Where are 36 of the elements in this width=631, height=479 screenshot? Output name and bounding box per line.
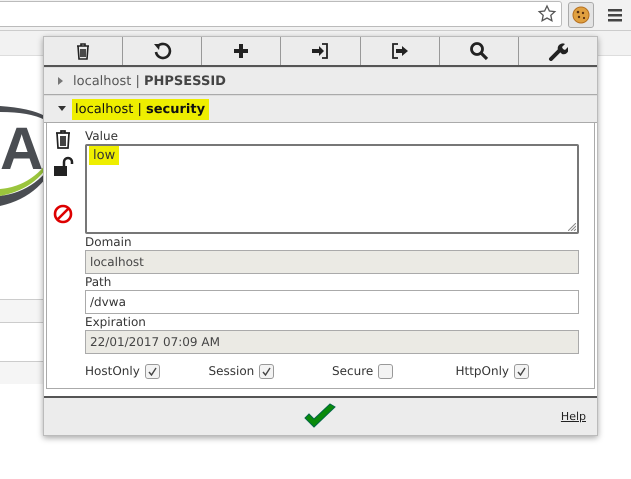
checkbox[interactable] [144, 364, 160, 378]
export-icon [390, 41, 410, 61]
refresh-icon [152, 41, 172, 61]
field-label: Domain [85, 234, 133, 250]
checkbox[interactable] [259, 364, 274, 378]
prohibited-icon [53, 204, 73, 224]
check-icon [262, 366, 272, 376]
menu-icon [608, 8, 622, 22]
delete-icon [53, 128, 73, 150]
text-field[interactable]: /dvwa [85, 290, 579, 314]
cookie-row[interactable]: localhost | security [44, 95, 597, 123]
help-link[interactable]: Help [560, 410, 586, 423]
field-label: Value [85, 128, 119, 144]
check-icon [148, 366, 157, 376]
value-field[interactable]: low [85, 144, 579, 234]
resize-grip-icon [568, 223, 576, 231]
collapse-caret-icon [58, 106, 66, 112]
unlocked-lock-icon [53, 156, 75, 178]
field-label: Path [85, 274, 112, 290]
import-icon [310, 41, 330, 61]
cookie-icon [572, 6, 590, 24]
field-label: Expiration [85, 314, 147, 330]
settings-icon [548, 41, 568, 61]
star-icon [537, 4, 557, 24]
checkbox[interactable] [514, 364, 530, 378]
checkbox-label: Secure [332, 364, 374, 378]
cookie-extension-button[interactable] [568, 2, 594, 28]
checkbox-label: HttpOnly [456, 364, 510, 378]
checkbox-label: HostOnly [85, 364, 140, 378]
expand-caret-icon [58, 77, 64, 85]
checkbox-label: Session [208, 364, 254, 378]
check-icon [517, 366, 526, 376]
checkmark-icon [303, 402, 337, 430]
cookie-row[interactable]: localhost | PHPSESSID [44, 67, 597, 95]
checkbox[interactable] [378, 364, 394, 378]
search-icon [468, 41, 489, 61]
